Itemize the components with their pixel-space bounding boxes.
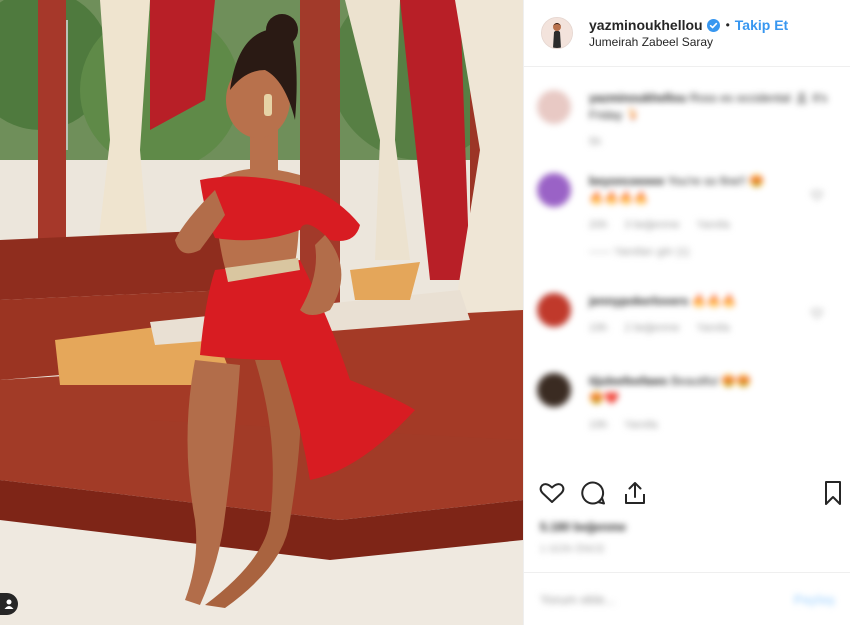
comment-username[interactable]: tijuleefeefaws [589, 374, 668, 388]
comment-input[interactable] [540, 591, 794, 607]
comment-avatar[interactable] [537, 373, 571, 407]
comment-like-heart-icon[interactable] [811, 189, 823, 201]
comment-body: yazminoukhellou Ross es occidental 🏝 It'… [589, 90, 829, 151]
comment-time: 5h [589, 136, 602, 148]
comment-extra: 🔥🔥🔥🔥 [589, 191, 649, 205]
reply-button[interactable]: Yanıtla [696, 322, 729, 334]
comment-item: beyonceeeee You're so fine!! 😍 🔥🔥🔥🔥 20h … [537, 173, 829, 261]
comment-icon [581, 481, 605, 505]
comment-time: 19h [589, 322, 608, 334]
comment-meta: 19h Yanıtla [589, 417, 829, 434]
photo-illustration [0, 0, 523, 625]
add-comment-bar: Paylaş [524, 572, 850, 625]
comment-username[interactable]: jennypokerlovers [589, 294, 688, 308]
comment-extra: 😍❤️ [589, 391, 619, 405]
username-link[interactable]: yazminoukhellou [589, 17, 703, 33]
comment-meta: 5h [589, 134, 829, 151]
comment-time: 19h [589, 419, 608, 431]
location-link[interactable]: Jumeirah Zabeel Saray [589, 35, 788, 49]
share-icon [625, 482, 645, 504]
post-side-panel: yazminoukhellou • Takip Et Jumeirah Zabe… [523, 0, 850, 625]
comment-body: tijuleefeefaws Beautiful 😍😍 😍❤️ 19h Yanı… [589, 373, 829, 434]
avatar-image [542, 18, 572, 48]
heart-icon [539, 483, 565, 503]
instagram-post: yazminoukhellou • Takip Et Jumeirah Zabe… [0, 0, 850, 625]
verified-badge-icon [706, 18, 720, 32]
view-replies-button[interactable]: —— Yanıtları gör (1) [589, 244, 829, 261]
reply-button[interactable]: Yanıtla [624, 419, 657, 431]
header-text: yazminoukhellou • Takip Et Jumeirah Zabe… [589, 17, 788, 49]
like-button[interactable] [537, 478, 567, 508]
follow-button[interactable]: Takip Et [735, 17, 788, 33]
comment-item: tijuleefeefaws Beautiful 😍😍 😍❤️ 19h Yanı… [537, 373, 829, 434]
comment-item: yazminoukhellou Ross es occidental 🏝 It'… [537, 90, 829, 151]
comment-avatar[interactable] [537, 90, 571, 124]
post-time: 1 GÜN ÖNCE [540, 544, 606, 555]
post-comment-button[interactable]: Paylaş [794, 592, 835, 607]
separator-dot: • [725, 18, 730, 32]
comment-meta: 20h 3 beğenme Yanıtla [589, 217, 829, 234]
comment-like-heart-icon[interactable] [811, 307, 823, 319]
comment-body: beyonceeeee You're so fine!! 😍 🔥🔥🔥🔥 20h … [589, 173, 829, 261]
comment-avatar[interactable] [537, 173, 571, 207]
comment-likes[interactable]: 3 beğenme [624, 219, 679, 231]
comment-likes[interactable]: 2 beğenme [624, 322, 679, 334]
comment-username[interactable]: beyonceeeee [589, 174, 664, 188]
comment-time: 20h [589, 219, 608, 231]
comment-text: 🔥🔥🔥 [691, 294, 737, 308]
action-bar [524, 478, 850, 518]
comment-avatar[interactable] [537, 293, 571, 327]
comment-meta: 19h 2 beğenme Yanıtla [589, 320, 829, 337]
post-photo[interactable] [0, 0, 523, 625]
reply-button[interactable]: Yanıtla [696, 219, 729, 231]
share-button[interactable] [620, 478, 650, 508]
comment-body: jennypokerlovers 🔥🔥🔥 19h 2 beğenme Yanıt… [589, 293, 829, 337]
comment-text: Beautiful 😍😍 [671, 374, 751, 388]
comments-list: yazminoukhellou Ross es occidental 🏝 It'… [524, 68, 850, 466]
like-count[interactable]: 5.180 beğenme [540, 520, 626, 534]
save-button[interactable] [818, 478, 848, 508]
comment-item: jennypokerlovers 🔥🔥🔥 19h 2 beğenme Yanıt… [537, 293, 829, 337]
header-row: yazminoukhellou • Takip Et [589, 17, 788, 33]
bookmark-icon [825, 481, 841, 505]
comment-button[interactable] [578, 478, 608, 508]
comment-username[interactable]: yazminoukhellou [589, 91, 686, 105]
comment-text: You're so fine!! 😍 [667, 174, 765, 188]
avatar[interactable] [541, 17, 573, 49]
person-icon [4, 599, 14, 609]
post-header: yazminoukhellou • Takip Et Jumeirah Zabe… [524, 0, 850, 67]
